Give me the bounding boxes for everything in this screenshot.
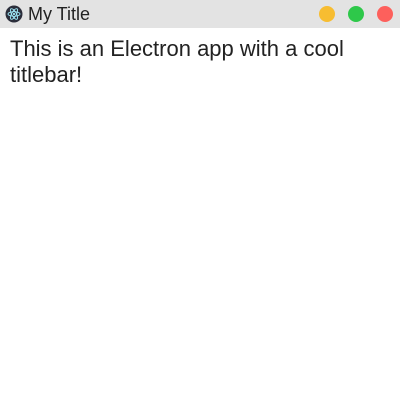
welcome-message: This is an Electron app with a cool titl…	[10, 36, 344, 87]
close-button[interactable]	[377, 6, 393, 22]
main-content: This is an Electron app with a cool titl…	[10, 36, 380, 88]
window-controls	[319, 0, 400, 28]
window-title: My Title	[28, 4, 91, 24]
titlebar[interactable]: My Title	[0, 0, 400, 28]
minimize-button[interactable]	[319, 6, 335, 22]
app-window: My Title This is an Electron app with a …	[0, 0, 400, 400]
electron-icon	[5, 5, 23, 23]
maximize-button[interactable]	[348, 6, 364, 22]
